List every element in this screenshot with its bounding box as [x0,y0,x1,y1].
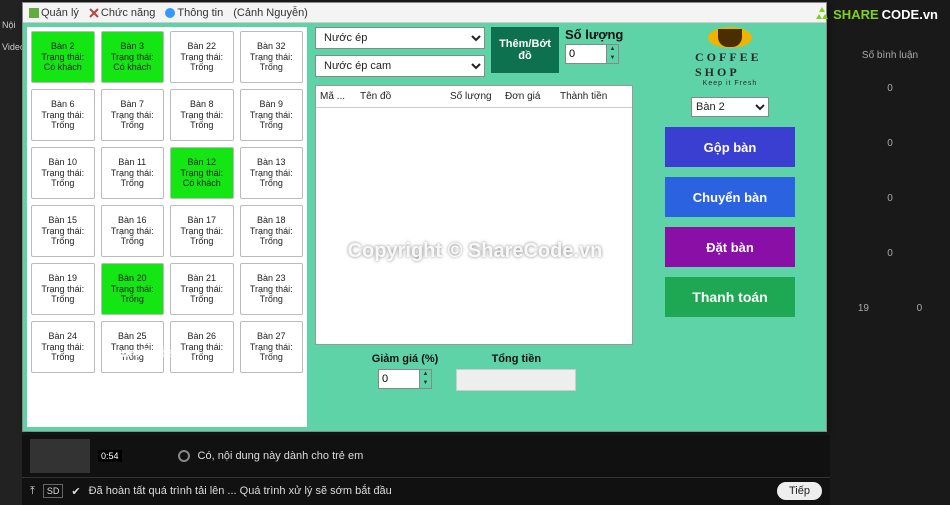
menu-user: (Cảnh Nguyễn) [233,7,308,19]
upload-icon: ⤒ [30,485,35,498]
table-cell[interactable]: Bàn 18Trạng thái:Trống [240,205,304,257]
processing-text: Đã hoàn tất quá trình tải lên ... Quá tr… [89,485,392,497]
check-icon: ✔ [71,485,80,498]
table-cell[interactable]: Bàn 6Trạng thái:Trống [31,89,95,141]
sd-badge: SD [43,484,64,498]
quantity-input[interactable] [565,44,607,64]
table-select[interactable]: Bàn 2 [691,97,769,117]
recycle-icon [814,6,830,22]
discount-input[interactable] [378,369,420,389]
table-cell[interactable]: Bàn 10Trạng thái:Trống [31,147,95,199]
table-cell[interactable]: Bàn 3Trạng thái:Có khách [101,31,165,83]
table-cell[interactable]: Bàn 17Trạng thái:Trống [170,205,234,257]
menu-thongtin[interactable]: Thông tin [165,7,223,19]
radio-label: Có, nội dung này dành cho trẻ em [198,450,364,462]
col-qty: Số lượng [446,91,501,102]
table-cell[interactable]: Bàn 21Trạng thái:Trống [170,263,234,315]
table-cell[interactable]: Bàn 25Trạng thái:Trống [101,321,165,373]
merge-table-button[interactable]: Gộp bàn [665,127,795,167]
coffee-cup-icon [708,27,752,48]
table-cell[interactable]: Bàn 22Trạng thái:Trống [170,31,234,83]
table-cell[interactable]: Bàn 12Trạng thái:Có khách [170,147,234,199]
order-table: Mã ... Tên đồ Số lượng Đơn giá Thành tiề… [315,85,633,345]
table-cell[interactable]: Bàn 7Trạng thái:Trống [101,89,165,141]
discount-label: Giảm giá (%) [372,353,439,365]
col-code: Mã ... [316,91,356,102]
category-select[interactable]: Nước ép [315,27,485,49]
table-cell[interactable]: Bàn 8Trạng thái:Trống [170,89,234,141]
col-name: Tên đồ [356,91,446,102]
table-cell[interactable]: Bàn 23Trạng thái:Trống [240,263,304,315]
move-table-button[interactable]: Chuyển bàn [665,177,795,217]
product-select[interactable]: Nước ép cam [315,55,485,77]
col-total: Thành tiền [556,91,632,102]
table-cell[interactable]: Bàn 9Trạng thái:Trống [240,89,304,141]
table-cell[interactable]: Bàn 32Trạng thái:Trống [240,31,304,83]
checkout-button[interactable]: Thanh toán [665,277,795,317]
host-bottom-bar: 0:54 Có, nội dung này dành cho trẻ em ⤒ … [22,435,830,505]
total-label: Tổng tiền [492,353,542,365]
menubar: Quản lý Chức năng Thông tin (Cảnh Nguyễn… [23,3,826,23]
table-cell[interactable]: Bàn 11Trạng thái:Trống [101,147,165,199]
host-right-stats: Số bình luận 0 0 0 0 190 [830,0,950,336]
col-price: Đơn giá [501,91,556,102]
brand-logo: COFFEE SHOP Keep it Fresh [695,27,765,87]
table-cell[interactable]: Bàn 13Trạng thái:Trống [240,147,304,199]
table-cell[interactable]: Bàn 2Trạng thái:Có khách [31,31,95,83]
quantity-label: Số lượng [565,27,623,42]
table-cell[interactable]: Bàn 26Trạng thái:Trống [170,321,234,373]
table-cell[interactable]: Bàn 19Trạng thái:Trống [31,263,95,315]
pos-app-window: Quản lý Chức năng Thông tin (Cảnh Nguyễn… [22,2,827,432]
table-cell[interactable]: Bàn 16Trạng thái:Trống [101,205,165,257]
reserve-table-button[interactable]: Đặt bàn [665,227,795,267]
menu-chucnang[interactable]: Chức năng [89,7,155,19]
table-cell[interactable]: Bàn 24Trạng thái:Trống [31,321,95,373]
total-value [456,369,576,391]
table-cell[interactable]: Bàn 20Trạng thái:Trống [101,263,165,315]
next-button[interactable]: Tiếp [777,482,822,500]
radio-icon[interactable] [178,450,190,462]
video-thumb[interactable] [30,439,90,473]
quantity-stepper[interactable]: ▲▼ [565,44,623,64]
table-cell[interactable]: Bàn 27Trạng thái:Trống [240,321,304,373]
table-cell[interactable]: Bàn 15Trạng thái:Trống [31,205,95,257]
add-remove-button[interactable]: Thêm/Bớtđồ [491,27,559,73]
qty-down-icon[interactable]: ▼ [607,54,618,63]
tables-grid: Bàn 2Trạng thái:Có kháchBàn 3Trạng thái:… [27,27,307,427]
qty-up-icon[interactable]: ▲ [607,45,618,54]
discount-stepper[interactable]: ▲▼ [378,369,432,389]
menu-quanly[interactable]: Quản lý [29,7,79,19]
watermark-logo: SHARECODE.vn [814,6,938,22]
host-left-rail: NộiVideo [0,14,22,58]
